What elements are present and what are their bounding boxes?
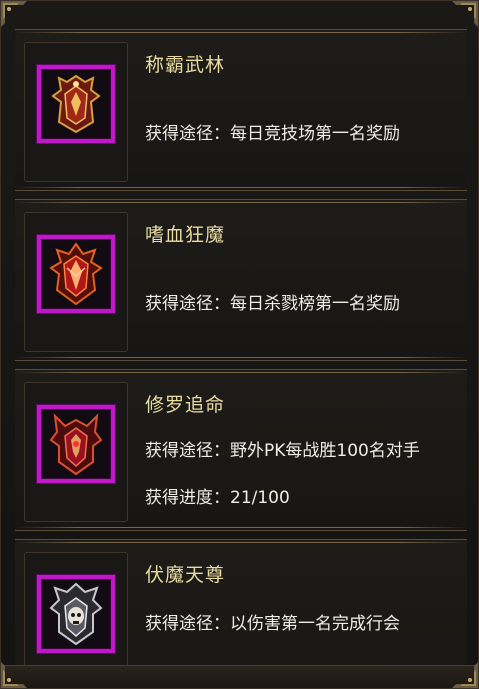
title-card[interactable]: 嗜血狂魔 获得途径：每日杀戮榜第一名奖励: [15, 199, 467, 361]
acquire-label: 获得途径：: [145, 614, 230, 634]
acquire-label: 获得途径：: [145, 294, 230, 314]
title-icon-frame: [37, 65, 115, 143]
title-list[interactable]: 称霸武林 获得途径：每日竞技场第一名奖励 嗜血狂魔 获得途径：每日杀戮榜第一名奖…: [15, 29, 467, 669]
corner-ornament-icon: [452, 1, 478, 27]
title-icon-slot[interactable]: [24, 42, 128, 182]
progress-value: 21/100: [230, 488, 290, 508]
acquire-method: 获得途径：每日竞技场第一名奖励: [145, 125, 451, 144]
acquire-text: 每日杀戮榜第一名奖励: [230, 294, 400, 314]
title-icon-frame: [37, 235, 115, 313]
progress-info: 获得进度：21/100: [145, 489, 451, 508]
acquire-text: 野外PK每战胜100名对手: [230, 441, 420, 461]
title-collection-panel: 称霸武林 获得途径：每日竞技场第一名奖励 嗜血狂魔 获得途径：每日杀戮榜第一名奖…: [0, 0, 479, 689]
title-icon-slot[interactable]: [24, 212, 128, 352]
title-name: 称霸武林: [145, 54, 226, 76]
title-name: 伏魔天尊: [145, 564, 226, 586]
crimson-horned-shield-icon: [49, 413, 103, 476]
acquire-label: 获得途径：: [145, 124, 230, 144]
progress-label: 获得进度：: [145, 488, 230, 508]
title-card[interactable]: 伏魔天尊 获得途径：以伤害第一名完成行会: [15, 539, 467, 669]
corner-ornament-icon: [1, 662, 27, 688]
title-icon-slot[interactable]: [24, 382, 128, 522]
gold-shield-emblem-icon: [51, 74, 101, 134]
panel-bottom-bar: [1, 665, 478, 688]
corner-ornament-icon: [1, 1, 27, 27]
title-icon-slot[interactable]: [24, 552, 128, 669]
acquire-label: 获得途径：: [145, 441, 230, 461]
title-icon-frame: [37, 405, 115, 483]
acquire-method: 获得途径：以伤害第一名完成行会: [145, 615, 451, 634]
title-card[interactable]: 称霸武林 获得途径：每日竞技场第一名奖励: [15, 29, 467, 191]
acquire-method: 获得途径：每日杀戮榜第一名奖励: [145, 295, 451, 314]
silver-skull-shield-icon: [49, 582, 103, 646]
red-spiked-shield-icon: [49, 242, 103, 306]
acquire-text: 每日竞技场第一名奖励: [230, 124, 400, 144]
acquire-method: 获得途径：野外PK每战胜100名对手: [145, 442, 451, 461]
title-name: 修罗追命: [145, 394, 226, 416]
title-name: 嗜血狂魔: [145, 224, 226, 246]
acquire-text: 以伤害第一名完成行会: [230, 614, 400, 634]
title-icon-frame: [37, 575, 115, 653]
title-card[interactable]: 修罗追命 获得途径：野外PK每战胜100名对手 获得进度：21/100: [15, 369, 467, 531]
corner-ornament-icon: [452, 662, 478, 688]
